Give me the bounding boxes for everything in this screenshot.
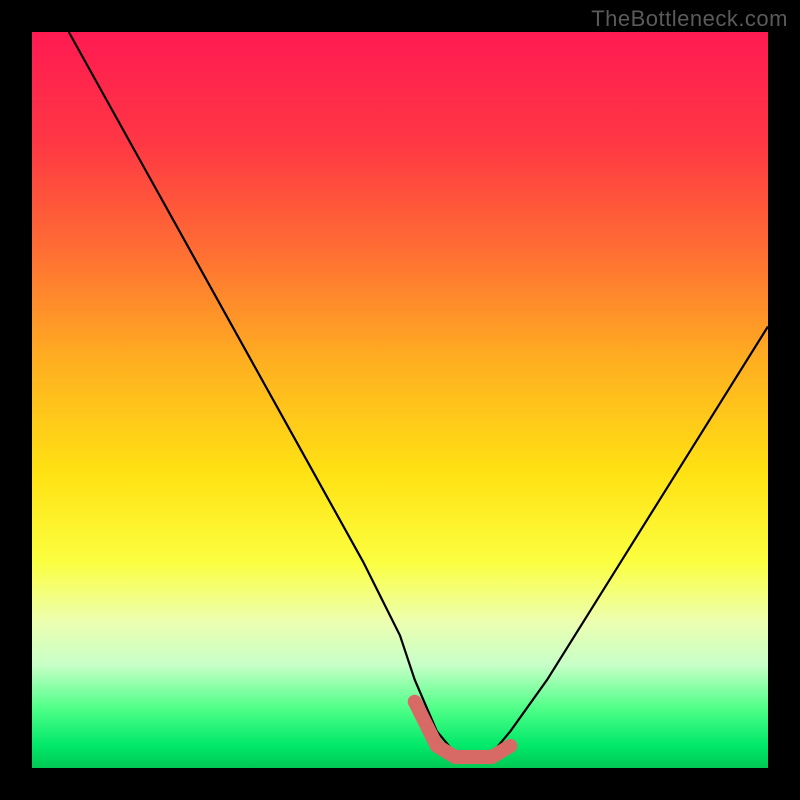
- watermark-text: TheBottleneck.com: [591, 6, 788, 32]
- bottleneck-chart: TheBottleneck.com: [0, 0, 800, 800]
- plot-background: [32, 32, 768, 768]
- chart-svg: [0, 0, 800, 800]
